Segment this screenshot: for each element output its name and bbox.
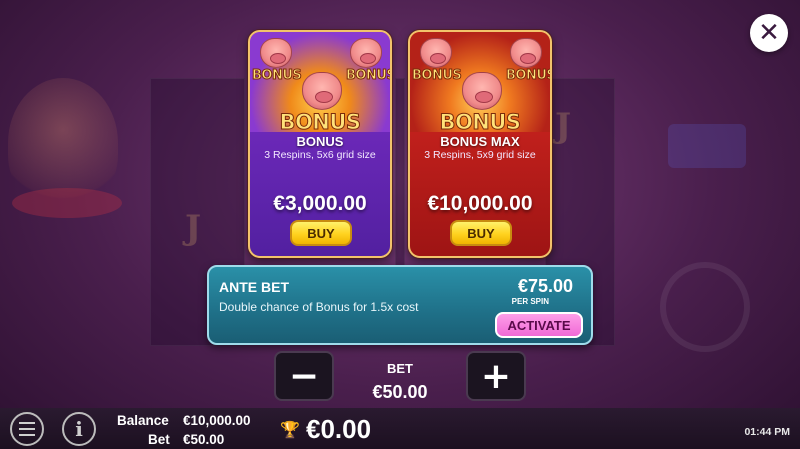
clock: 01:44 PM (744, 426, 790, 438)
info-button[interactable]: i (62, 412, 96, 446)
buy-bonus-max-button[interactable]: BUY (450, 220, 512, 246)
pig-icon (462, 72, 502, 110)
bonus-card: BONUS BONUS BONUS BONUS 3 Respins, 5x6 g… (248, 30, 392, 258)
bonus-max-card: BONUS BONUS BONUS BONUS MAX 3 Respins, 5… (408, 30, 552, 258)
ante-bet-price: €75.00 (517, 276, 573, 296)
bonus-logo-small: BONUS (505, 68, 550, 84)
activate-ante-button[interactable]: ACTIVATE (495, 312, 583, 338)
card-price: €3,000.00 (273, 192, 367, 215)
ante-bet-title: ANTE BET (219, 279, 289, 295)
plus-icon: + (480, 355, 512, 397)
info-icon: i (75, 417, 83, 441)
background-j-symbol: J (185, 208, 202, 248)
balance-value: €10,000.00 (183, 413, 251, 428)
pig-icon (420, 38, 452, 68)
spin-button-background (660, 262, 750, 352)
card-price: €10,000.00 (427, 192, 533, 215)
background-j-symbol: J (555, 106, 572, 146)
ante-bet-panel: ANTE BET Double chance of Bonus for 1.5x… (207, 265, 593, 345)
hamburger-icon (19, 420, 35, 438)
minus-icon: − (288, 355, 320, 397)
footer-bet-value: €50.00 (183, 432, 225, 447)
background-pedestal (12, 188, 122, 218)
trophy-icon: 🏆 (280, 420, 300, 439)
buy-bonus-button[interactable]: BUY (290, 220, 352, 246)
footer-bet-label: Bet (148, 432, 170, 447)
pig-icon (510, 38, 542, 68)
ante-bet-per-spin: PER SPIN (511, 297, 549, 306)
card-title: BONUS (296, 134, 344, 149)
ante-bet-description: Double chance of Bonus for 1.5x cost (219, 300, 419, 314)
decrease-bet-button[interactable]: − (274, 351, 334, 401)
ways-counter (668, 124, 746, 168)
increase-bet-button[interactable]: + (466, 351, 526, 401)
balance-label: Balance (117, 413, 169, 428)
bonus-logo-small: BONUS (345, 68, 390, 84)
close-icon: ✕ (758, 18, 780, 48)
close-button[interactable]: ✕ (750, 14, 788, 52)
bonus-logo-small: BONUS (251, 68, 302, 84)
bet-label: BET (387, 361, 413, 376)
win-value: €0.00 (306, 414, 372, 444)
card-description: 3 Respins, 5x6 grid size (264, 149, 376, 161)
pig-icon (260, 38, 292, 68)
bet-value: €50.00 (372, 382, 428, 402)
bonus-logo-small: BONUS (411, 68, 462, 84)
card-description: 3 Respins, 5x9 grid size (424, 149, 536, 161)
bonus-logo: BONUS (279, 110, 362, 135)
menu-button[interactable] (10, 412, 44, 446)
pig-icon (302, 72, 342, 110)
pig-icon (350, 38, 382, 68)
card-title: BONUS MAX (440, 134, 520, 149)
bonus-logo: BONUS (439, 110, 522, 135)
